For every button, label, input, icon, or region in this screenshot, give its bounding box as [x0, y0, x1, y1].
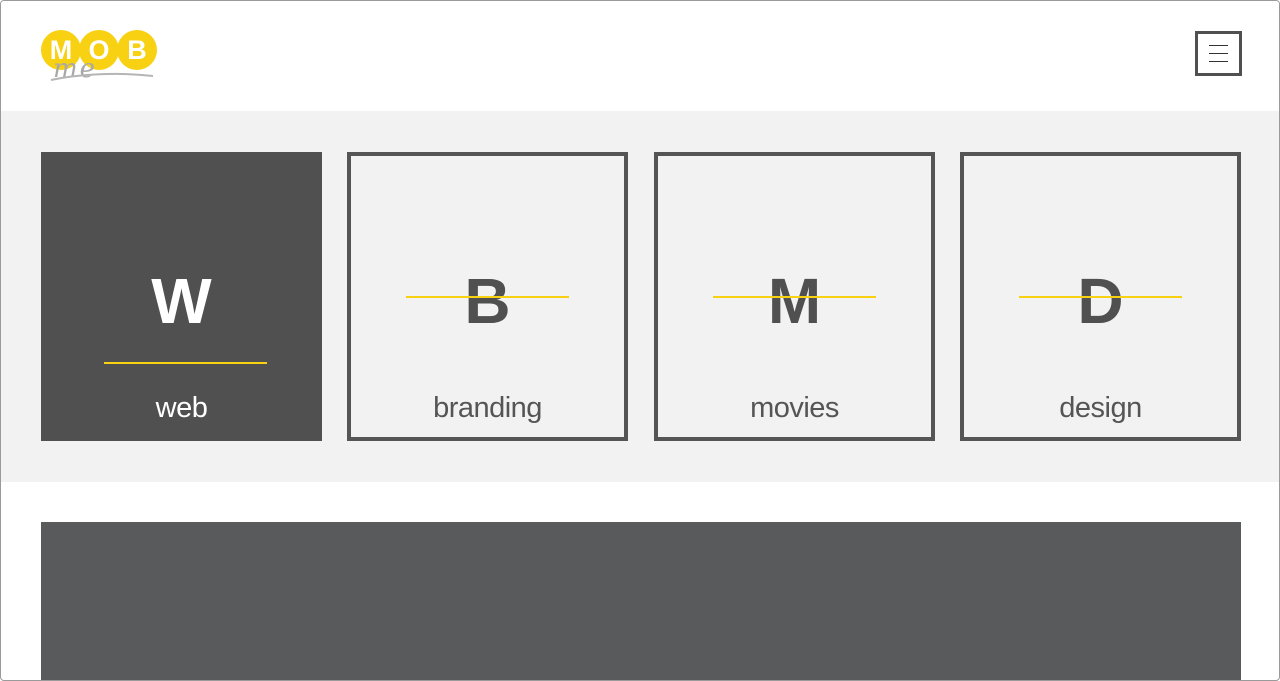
logo-swoosh-icon [50, 72, 154, 81]
logo-letter-b: B [117, 30, 157, 70]
service-card-branding[interactable]: B branding [347, 152, 628, 441]
service-label: web [155, 392, 208, 424]
page-frame: M O B me W web B branding M movies D des… [0, 0, 1280, 681]
hero-banner [41, 522, 1241, 680]
service-card-web[interactable]: W web [41, 152, 322, 441]
service-card-movies[interactable]: M movies [654, 152, 935, 441]
service-label: movies [750, 392, 839, 424]
service-underline [104, 362, 267, 364]
service-label: branding [433, 392, 542, 424]
menu-bar [1209, 53, 1228, 54]
service-letter: B [464, 265, 511, 337]
menu-bar [1209, 61, 1228, 62]
service-strike-line [1019, 296, 1182, 298]
menu-bar [1209, 45, 1228, 46]
service-label: design [1059, 392, 1142, 424]
service-letter: M [767, 265, 822, 337]
service-strike-line [406, 296, 569, 298]
service-strike-line [713, 296, 876, 298]
service-letter: W [151, 265, 212, 337]
service-letter: D [1077, 265, 1124, 337]
site-logo[interactable]: M O B me [41, 30, 165, 86]
service-card-design[interactable]: D design [960, 152, 1241, 441]
hamburger-menu-icon[interactable] [1195, 31, 1242, 76]
site-header: M O B me [1, 1, 1279, 111]
services-section: W web B branding M movies D design [1, 111, 1279, 482]
